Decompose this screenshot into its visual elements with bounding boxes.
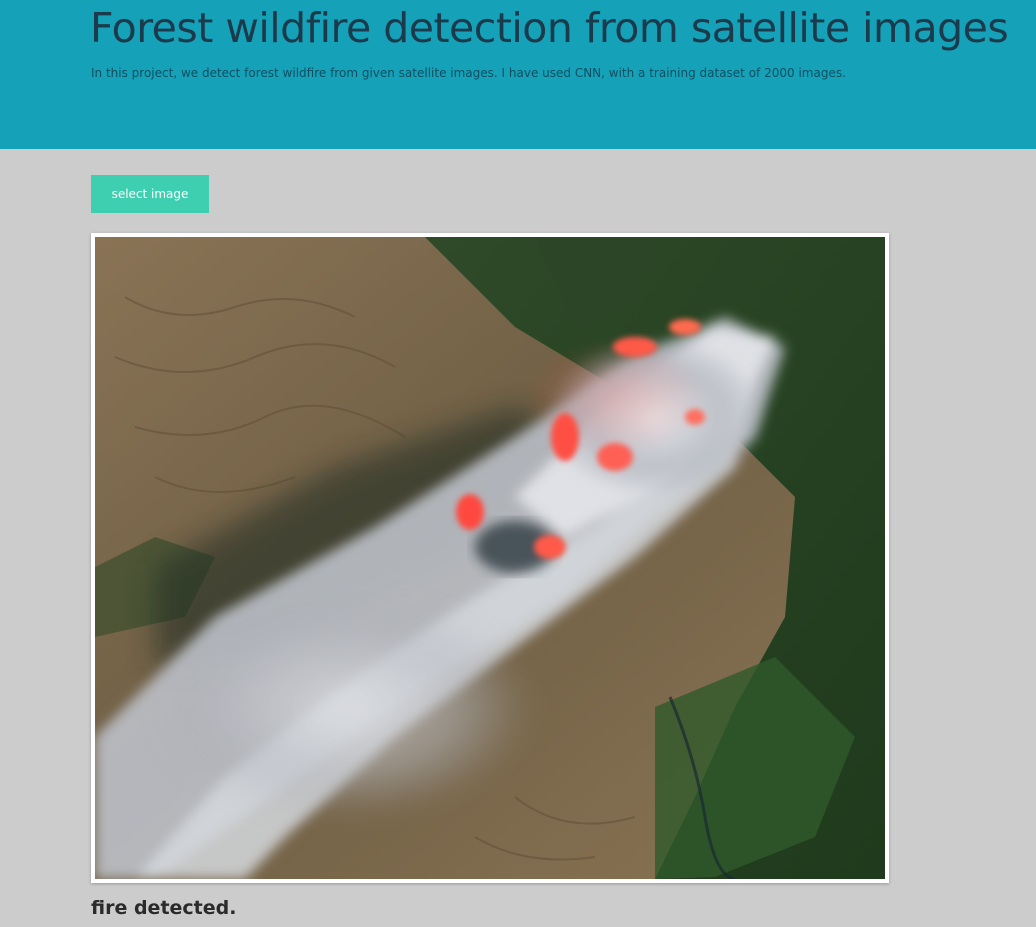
satellite-wildfire-image bbox=[95, 237, 885, 879]
page-title: Forest wildfire detection from satellite… bbox=[90, 4, 1009, 52]
select-image-button[interactable]: select image bbox=[91, 175, 209, 213]
page-subtitle: In this project, we detect forest wildfi… bbox=[91, 66, 846, 80]
detection-result: fire detected. bbox=[91, 897, 237, 919]
image-preview-frame bbox=[91, 233, 889, 883]
header-banner: Forest wildfire detection from satellite… bbox=[0, 0, 1036, 149]
